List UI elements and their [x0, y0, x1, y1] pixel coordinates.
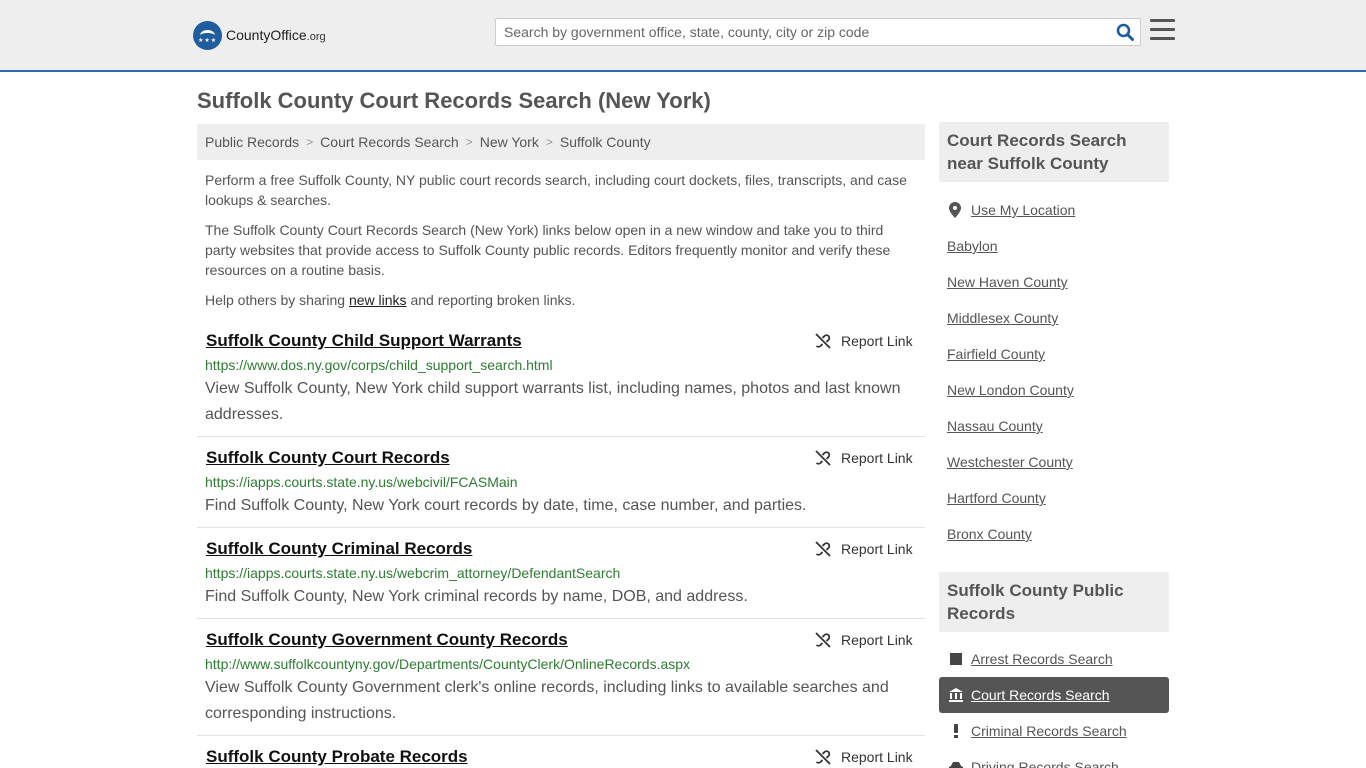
new-links-link[interactable]: new links — [349, 292, 407, 308]
intro-paragraph-2: The Suffolk County Court Records Search … — [205, 222, 891, 278]
sidebar-item-label: Criminal Records Search — [971, 723, 1127, 739]
intro-paragraph-3: Help others by sharing new links and rep… — [205, 292, 576, 308]
entry-title-link[interactable]: Suffolk County Court Records — [206, 448, 450, 468]
sidebar-item-label: Driving Records Search — [971, 759, 1119, 768]
broken-link-icon — [815, 541, 831, 557]
report-link-label: Report Link — [841, 749, 913, 765]
chevron-right-icon: > — [465, 135, 473, 149]
entry-url[interactable]: https://iapps.courts.state.ny.us/webcrim… — [205, 565, 620, 581]
entry-description: View Suffolk County, New York child supp… — [205, 380, 901, 423]
entry-url[interactable]: https://www.dos.ny.gov/corps/child_suppo… — [205, 357, 553, 373]
report-link-label: Report Link — [841, 541, 913, 557]
report-link-button[interactable]: Report Link — [815, 450, 913, 466]
breadcrumb-public-records[interactable]: Public Records — [205, 134, 299, 150]
logo-tld: .org — [306, 31, 326, 43]
broken-link-icon — [815, 632, 831, 648]
nearby-link-hartford-county[interactable]: Hartford County — [947, 490, 1046, 506]
exclamation-icon — [947, 724, 965, 738]
hamburger-menu-icon[interactable] — [1150, 19, 1175, 43]
site-logo[interactable]: CountyOffice.org — [193, 20, 326, 50]
search-input[interactable] — [496, 19, 1110, 45]
report-link-label: Report Link — [841, 450, 913, 466]
page-title: Suffolk County Court Records Search (New… — [197, 88, 711, 113]
record-entry: Suffolk County Court Records Report Link… — [197, 442, 925, 528]
nearby-link-new-haven-county[interactable]: New Haven County — [947, 274, 1068, 290]
sidebar-item-label: Arrest Records Search — [971, 651, 1113, 667]
report-link-button[interactable]: Report Link — [815, 632, 913, 648]
car-icon — [947, 761, 965, 768]
breadcrumb: Public Records > Court Records Search > … — [197, 124, 925, 160]
search-bar — [495, 18, 1141, 46]
nearby-heading: Court Records Search near Suffolk County — [939, 122, 1169, 182]
entry-description: Find Suffolk County, New York court reco… — [205, 497, 807, 514]
search-icon — [1116, 23, 1134, 41]
entry-title-link[interactable]: Suffolk County Criminal Records — [206, 539, 472, 559]
sidebar-item-label: Court Records Search — [971, 687, 1110, 703]
report-link-button[interactable]: Report Link — [815, 541, 913, 557]
use-my-location-link[interactable]: Use My Location — [949, 202, 1075, 218]
entry-title-link[interactable]: Suffolk County Child Support Warrants — [206, 331, 522, 351]
chevron-right-icon: > — [306, 135, 314, 149]
nearby-link-nassau-county[interactable]: Nassau County — [947, 418, 1043, 434]
breadcrumb-new-york[interactable]: New York — [480, 134, 539, 150]
sidebar-item-driving-records[interactable]: Driving Records Search — [939, 749, 1169, 768]
map-pin-icon — [949, 202, 961, 218]
nearby-link-westchester-county[interactable]: Westchester County — [947, 454, 1073, 470]
nearby-link-fairfield-county[interactable]: Fairfield County — [947, 346, 1045, 362]
breadcrumb-court-records-search[interactable]: Court Records Search — [320, 134, 459, 150]
broken-link-icon — [815, 749, 831, 765]
nearby-link-new-london-county[interactable]: New London County — [947, 382, 1074, 398]
record-entry: Suffolk County Government County Records… — [197, 624, 925, 736]
entry-url[interactable]: http://www.suffolkcountyny.gov/Departmen… — [205, 656, 690, 672]
logo-name: CountyOffice — [226, 27, 307, 43]
entry-url[interactable]: https://iapps.courts.state.ny.us/webcivi… — [205, 474, 518, 490]
search-button[interactable] — [1110, 19, 1140, 45]
entry-title-link[interactable]: Suffolk County Probate Records — [206, 747, 468, 767]
nearby-link-babylon[interactable]: Babylon — [947, 238, 998, 254]
nearby-link-bronx-county[interactable]: Bronx County — [947, 526, 1032, 542]
public-records-heading: Suffolk County Public Records — [939, 572, 1169, 632]
logo-seal-icon — [193, 20, 222, 50]
record-entry: Suffolk County Child Support Warrants Re… — [197, 325, 925, 437]
sidebar-item-criminal-records[interactable]: Criminal Records Search — [939, 713, 1169, 749]
record-entry: Suffolk County Probate Records Report Li… — [197, 741, 925, 768]
entry-title-link[interactable]: Suffolk County Government County Records — [206, 630, 568, 650]
sidebar-item-court-records[interactable]: Court Records Search — [939, 677, 1169, 713]
nearby-link-middlesex-county[interactable]: Middlesex County — [947, 310, 1058, 326]
report-link-button[interactable]: Report Link — [815, 333, 913, 349]
record-entry: Suffolk County Criminal Records Report L… — [197, 533, 925, 619]
entry-description: Find Suffolk County, New York criminal r… — [205, 588, 748, 605]
report-link-button[interactable]: Report Link — [815, 749, 913, 765]
broken-link-icon — [815, 333, 831, 349]
courthouse-icon — [947, 688, 965, 702]
broken-link-icon — [815, 450, 831, 466]
intro-paragraph-1: Perform a free Suffolk County, NY public… — [205, 172, 907, 208]
report-link-label: Report Link — [841, 333, 913, 349]
sidebar-item-arrest-records[interactable]: Arrest Records Search — [939, 641, 1169, 677]
report-link-label: Report Link — [841, 632, 913, 648]
site-header: CountyOffice.org — [0, 0, 1366, 72]
square-icon — [947, 653, 965, 665]
entry-description: View Suffolk County Government clerk's o… — [205, 679, 889, 722]
breadcrumb-suffolk-county[interactable]: Suffolk County — [560, 134, 651, 150]
chevron-right-icon: > — [545, 135, 553, 149]
use-my-location-label: Use My Location — [971, 202, 1076, 218]
